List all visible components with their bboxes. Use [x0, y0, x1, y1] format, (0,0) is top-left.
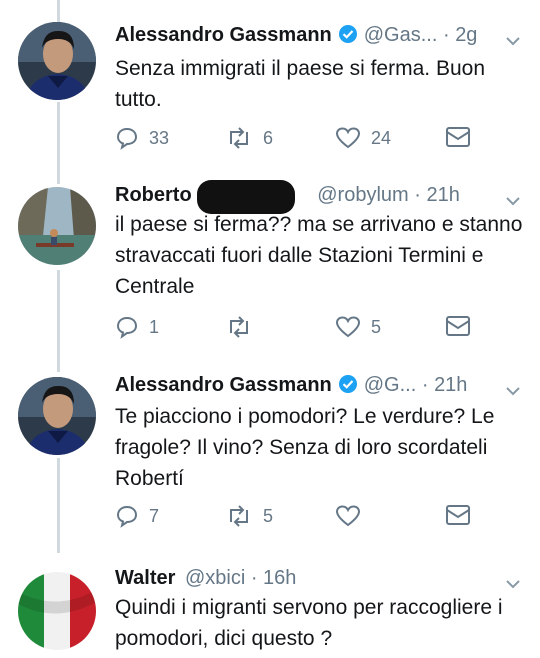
reply-count: 33	[149, 127, 170, 148]
tweet-text: Quindi i migranti servono per raccoglier…	[115, 596, 503, 650]
author-handle[interactable]: @robylum	[317, 184, 408, 206]
chevron-down-icon[interactable]	[504, 575, 522, 593]
tweet-actions: 33 6 24	[115, 126, 500, 152]
verified-badge-icon	[338, 374, 358, 400]
author-handle[interactable]: @xbici	[185, 567, 245, 589]
canyon-avatar	[18, 187, 96, 265]
reply-count: 1	[149, 316, 160, 337]
like-button[interactable]: 24	[335, 126, 391, 150]
tweet[interactable]: Alessandro Gassmann @Gas... · 2g Senza im…	[0, 0, 540, 170]
envelope-icon	[446, 316, 470, 336]
envelope-icon	[446, 505, 470, 525]
retweet-count: 5	[263, 505, 274, 526]
author-name[interactable]: Alessandro Gassmann	[115, 374, 332, 396]
tweet-header: Walter @xbici · 16h	[115, 567, 500, 595]
direct-message-button[interactable]	[445, 504, 471, 526]
tweet-header: Alessandro Gassmann @Gas... · 2g	[115, 24, 500, 52]
tweet-text: il paese si ferma?? ma se arrivano e sta…	[115, 213, 523, 298]
separator: ·	[408, 184, 427, 206]
avatar[interactable]	[18, 22, 96, 100]
heart-icon	[335, 505, 361, 527]
author-name[interactable]: Roberto	[115, 184, 192, 206]
tweet[interactable]: Roberto @robylum · 21h il paese si ferma…	[0, 170, 540, 360]
reply-button[interactable]: 33	[115, 126, 169, 150]
like-button[interactable]: 5	[335, 315, 381, 339]
author-handle[interactable]: @G...	[364, 374, 417, 396]
italian-flag-avatar	[18, 572, 96, 650]
timestamp[interactable]: 16h	[263, 567, 296, 589]
like-count: 5	[371, 316, 382, 337]
retweet-button[interactable]: 6	[225, 126, 273, 150]
reply-count: 7	[149, 505, 160, 526]
retweet-button[interactable]	[225, 315, 263, 339]
timestamp[interactable]: 21h	[434, 374, 467, 396]
reply-icon	[116, 127, 138, 150]
retweet-button[interactable]: 5	[225, 504, 273, 528]
chevron-down-icon[interactable]	[504, 32, 522, 50]
separator: ·	[437, 24, 456, 46]
avatar[interactable]	[18, 572, 96, 650]
author-name[interactable]: Walter	[115, 567, 175, 589]
direct-message-button[interactable]	[445, 126, 471, 148]
chevron-down-icon[interactable]	[504, 382, 522, 400]
retweet-icon	[230, 127, 248, 149]
author-name[interactable]: Alessandro Gassmann	[115, 24, 332, 46]
tweet-actions: 7 5	[115, 504, 500, 530]
tweet[interactable]: Walter @xbici · 16h Quindi i migranti se…	[0, 555, 540, 658]
tweet-text: Senza immigrati il paese si ferma. Buon …	[115, 57, 485, 111]
verified-badge-icon	[338, 24, 358, 50]
tweet-header: Roberto @robylum · 21h	[115, 184, 500, 212]
timestamp[interactable]: 2g	[455, 24, 477, 46]
like-count: 24	[371, 127, 392, 148]
like-button[interactable]	[335, 504, 371, 528]
envelope-icon	[446, 127, 470, 147]
man-portrait-avatar	[18, 377, 96, 455]
retweet-count: 6	[263, 127, 274, 148]
reply-button[interactable]: 1	[115, 315, 159, 339]
author-handle[interactable]: @Gas...	[364, 24, 438, 46]
heart-icon	[335, 127, 361, 149]
heart-icon	[335, 316, 361, 338]
tweet-actions: 1 5	[115, 315, 500, 341]
separator: ·	[416, 374, 435, 396]
retweet-icon	[230, 505, 248, 527]
avatar[interactable]	[18, 187, 96, 265]
man-portrait-avatar	[18, 22, 96, 100]
reply-button[interactable]: 7	[115, 504, 159, 528]
retweet-icon	[230, 316, 248, 338]
tweet-text: Te piacciono i pomodori? Le verdure? Le …	[115, 405, 495, 490]
tweet[interactable]: Alessandro Gassmann @G... · 21h Te piacci…	[0, 360, 540, 555]
separator: ·	[245, 567, 264, 589]
timestamp[interactable]: 21h	[426, 184, 459, 206]
chevron-down-icon[interactable]	[504, 192, 522, 210]
reply-icon	[116, 505, 138, 528]
tweet-header: Alessandro Gassmann @G... · 21h	[115, 374, 500, 402]
avatar[interactable]	[18, 377, 96, 455]
direct-message-button[interactable]	[445, 315, 471, 337]
reply-icon	[116, 316, 138, 339]
